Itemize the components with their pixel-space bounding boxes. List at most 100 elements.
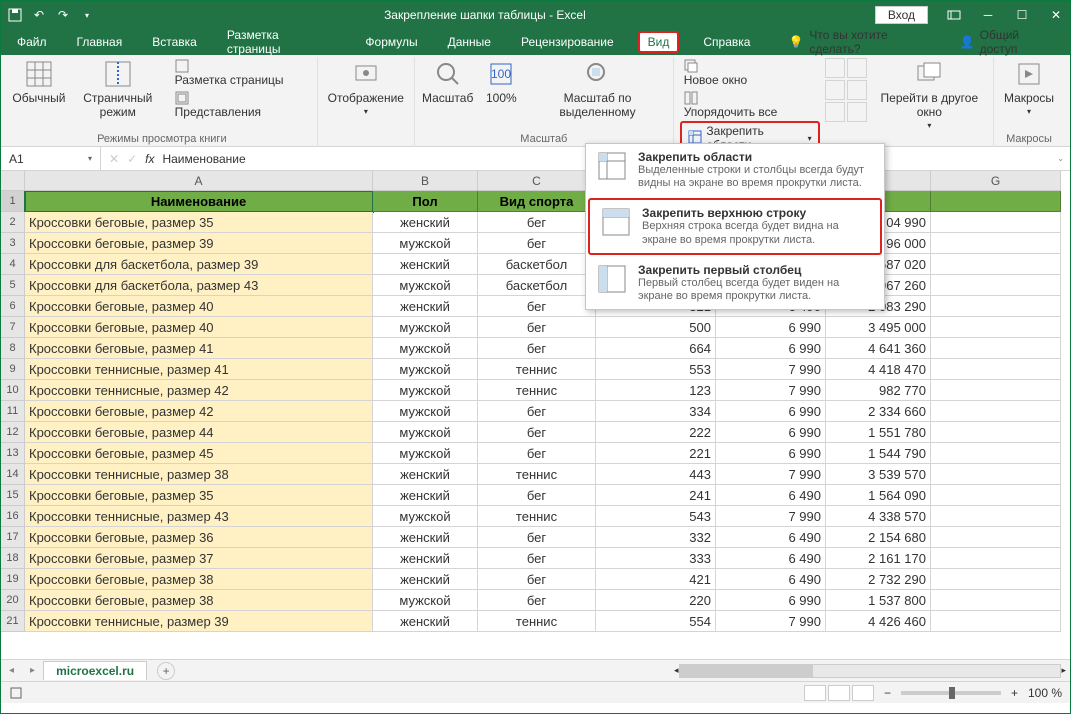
confirm-fx-icon[interactable]: ✓ xyxy=(127,152,137,166)
cell[interactable]: 1 537 800 xyxy=(826,590,931,611)
zoomsel-button[interactable]: Масштаб по выделенному xyxy=(528,57,666,121)
scroll-right-icon[interactable]: ▸ xyxy=(1061,665,1066,676)
cell[interactable]: Кроссовки беговые, размер 42 xyxy=(25,401,373,422)
row-header[interactable]: 20 xyxy=(1,590,25,611)
cell[interactable]: 1 551 780 xyxy=(826,422,931,443)
formula-input[interactable]: Наименование xyxy=(162,152,245,166)
cell[interactable]: бег xyxy=(478,317,596,338)
cell[interactable] xyxy=(931,485,1061,506)
cell[interactable]: женский xyxy=(373,527,478,548)
cell[interactable]: 6 490 xyxy=(716,485,826,506)
cell[interactable]: бег xyxy=(478,548,596,569)
cell[interactable]: Кроссовки беговые, размер 45 xyxy=(25,443,373,464)
cell[interactable]: Кроссовки беговые, размер 36 xyxy=(25,527,373,548)
horizontal-scrollbar[interactable]: ◂ ▸ xyxy=(670,663,1070,679)
redo-icon[interactable]: ↷ xyxy=(55,7,71,23)
row-header[interactable]: 17 xyxy=(1,527,25,548)
cell[interactable]: Наименование xyxy=(25,191,373,212)
cell[interactable]: 220 xyxy=(596,590,716,611)
scroll-thumb[interactable] xyxy=(680,665,813,677)
cell[interactable] xyxy=(931,233,1061,254)
cell[interactable]: 332 xyxy=(596,527,716,548)
cell[interactable]: Кроссовки теннисные, размер 39 xyxy=(25,611,373,632)
cell[interactable]: Кроссовки беговые, размер 40 xyxy=(25,317,373,338)
cell[interactable]: бег xyxy=(478,233,596,254)
tab-insert[interactable]: Вставка xyxy=(146,32,203,52)
cell[interactable]: 4 418 470 xyxy=(826,359,931,380)
cell[interactable]: 2 334 660 xyxy=(826,401,931,422)
cell[interactable] xyxy=(931,569,1061,590)
normal-view-icon[interactable] xyxy=(804,685,826,701)
select-all-corner[interactable] xyxy=(1,171,25,191)
close-icon[interactable]: ✕ xyxy=(1048,7,1064,23)
row-header[interactable]: 19 xyxy=(1,569,25,590)
cell[interactable] xyxy=(931,401,1061,422)
cell[interactable]: 1 564 090 xyxy=(826,485,931,506)
cell[interactable]: бег xyxy=(478,401,596,422)
cancel-fx-icon[interactable]: ✕ xyxy=(109,152,119,166)
cell[interactable]: 7 990 xyxy=(716,506,826,527)
cell[interactable] xyxy=(931,380,1061,401)
cell[interactable]: мужской xyxy=(373,380,478,401)
cell[interactable]: 2 154 680 xyxy=(826,527,931,548)
syncscroll-icon[interactable] xyxy=(847,80,867,100)
cell[interactable]: 443 xyxy=(596,464,716,485)
cell[interactable]: бег xyxy=(478,338,596,359)
arrange-button[interactable]: Упорядочить все xyxy=(680,89,820,121)
cell[interactable] xyxy=(931,338,1061,359)
cell[interactable]: мужской xyxy=(373,275,478,296)
row-header[interactable]: 16 xyxy=(1,506,25,527)
cell[interactable]: бег xyxy=(478,443,596,464)
cell[interactable]: бег xyxy=(478,527,596,548)
row-header[interactable]: 7 xyxy=(1,317,25,338)
cell[interactable]: мужской xyxy=(373,233,478,254)
cell[interactable]: 6 990 xyxy=(716,590,826,611)
row-header[interactable]: 9 xyxy=(1,359,25,380)
cell[interactable]: женский xyxy=(373,569,478,590)
tab-layout[interactable]: Разметка страницы xyxy=(221,25,342,59)
cell[interactable] xyxy=(931,527,1061,548)
display-button[interactable]: Отображение▾ xyxy=(324,57,408,118)
cell[interactable]: 4 641 360 xyxy=(826,338,931,359)
zoom-out-icon[interactable]: − xyxy=(884,686,891,700)
tab-review[interactable]: Рецензирование xyxy=(515,32,620,52)
pagelayout-button[interactable]: Разметка страницы xyxy=(171,57,311,89)
cell[interactable]: Кроссовки теннисные, размер 38 xyxy=(25,464,373,485)
cell[interactable]: 3 539 570 xyxy=(826,464,931,485)
cell[interactable]: 123 xyxy=(596,380,716,401)
maximize-icon[interactable]: ☐ xyxy=(1014,7,1030,23)
macros-button[interactable]: Макросы▾ xyxy=(1000,57,1058,118)
col-header[interactable]: C xyxy=(478,171,596,191)
cell[interactable] xyxy=(931,275,1061,296)
row-header[interactable]: 21 xyxy=(1,611,25,632)
cell[interactable]: 2 732 290 xyxy=(826,569,931,590)
cell[interactable]: Пол xyxy=(373,191,478,212)
cell[interactable]: мужской xyxy=(373,359,478,380)
newwindow-button[interactable]: Новое окно xyxy=(680,57,820,89)
cell[interactable] xyxy=(931,548,1061,569)
cell[interactable]: теннис xyxy=(478,359,596,380)
cell[interactable] xyxy=(931,191,1061,212)
row-header[interactable]: 6 xyxy=(1,296,25,317)
cell[interactable]: женский xyxy=(373,296,478,317)
qat-dropdown-icon[interactable]: ▾ xyxy=(79,7,95,23)
cell[interactable]: Кроссовки беговые, размер 44 xyxy=(25,422,373,443)
cell[interactable]: Кроссовки беговые, размер 40 xyxy=(25,296,373,317)
cell[interactable]: мужской xyxy=(373,590,478,611)
row-header[interactable]: 13 xyxy=(1,443,25,464)
cell[interactable]: мужской xyxy=(373,338,478,359)
cell[interactable]: теннис xyxy=(478,464,596,485)
row-header[interactable]: 8 xyxy=(1,338,25,359)
split-icon[interactable] xyxy=(825,58,845,78)
freeze-top-row-item[interactable]: Закрепить верхнюю строкуВерхняя строка в… xyxy=(588,198,882,254)
cell[interactable]: 664 xyxy=(596,338,716,359)
row-header[interactable]: 3 xyxy=(1,233,25,254)
cell[interactable]: 7 990 xyxy=(716,464,826,485)
row-header[interactable]: 11 xyxy=(1,401,25,422)
pagelayout-view-icon[interactable] xyxy=(828,685,850,701)
cell[interactable] xyxy=(931,611,1061,632)
cell[interactable]: 333 xyxy=(596,548,716,569)
add-sheet-button[interactable]: + xyxy=(157,662,175,680)
cell[interactable]: 543 xyxy=(596,506,716,527)
cell[interactable]: Кроссовки беговые, размер 39 xyxy=(25,233,373,254)
